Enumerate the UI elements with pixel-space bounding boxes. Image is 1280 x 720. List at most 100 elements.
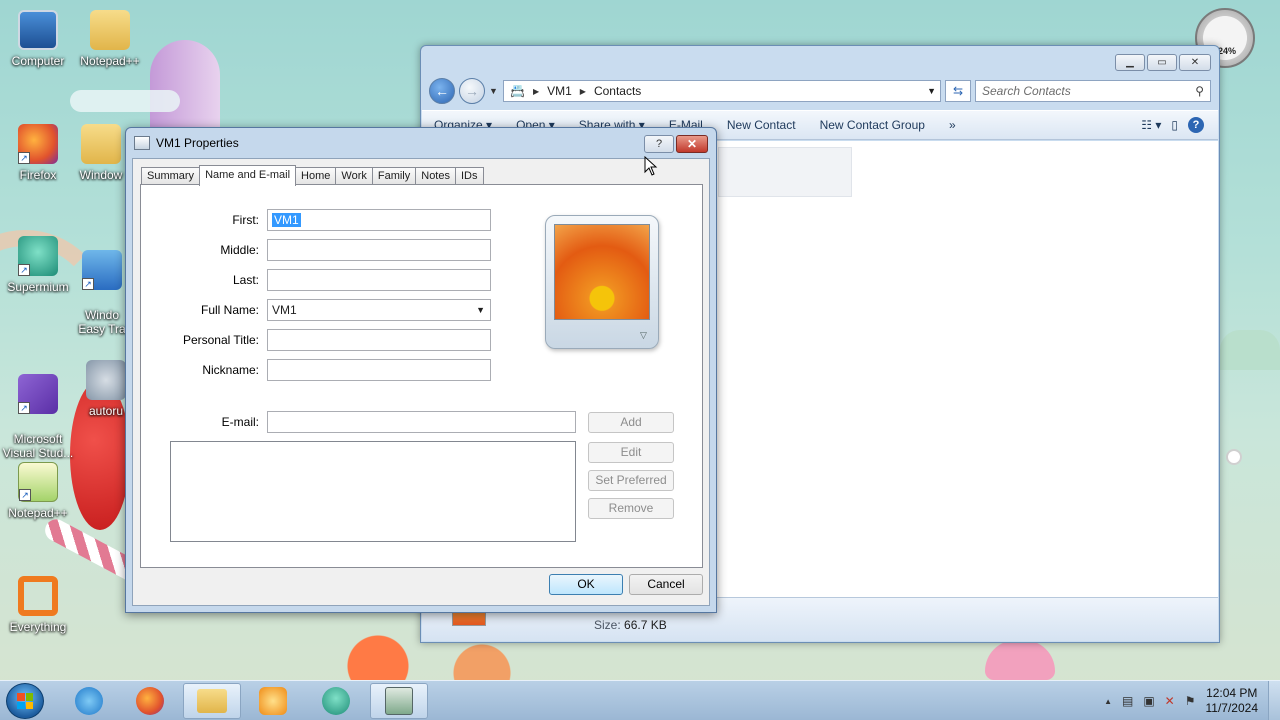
dialog-title: VM1 Properties [156,136,239,150]
desktop-icon-label: Supermium [7,280,69,294]
breadcrumb-chevron-icon[interactable]: ▶ [533,87,539,96]
start-button[interactable] [6,683,44,719]
tab-ids[interactable]: IDs [455,167,484,185]
first-label: First: [232,213,259,227]
desktop-icon-visual-studio[interactable]: ↗ Microsoft Visual Stud... [0,360,76,474]
taskbar-windows-explorer[interactable] [183,683,241,719]
clock[interactable]: 12:04 PM 11/7/2024 [1206,686,1259,716]
tab-notes[interactable]: Notes [415,167,456,185]
desktop-icon-firefox[interactable]: ↗ Firefox [0,124,76,182]
supermium-icon: ↗ [18,236,58,276]
first-name-field[interactable]: VM1 [267,209,491,231]
change-view-icon[interactable]: ☷ ▾ [1141,118,1161,132]
new-contact-group-command[interactable]: New Contact Group [808,118,937,132]
desktop-icon-label: Notepad++ [8,506,68,520]
maximize-icon: ▭ [1157,57,1167,68]
set-preferred-button[interactable]: Set Preferred [588,470,674,491]
desktop-icon-notepadpp-folder[interactable]: Notepad++ [72,10,148,68]
close-button[interactable]: ✕ [1179,54,1211,71]
edit-email-button[interactable]: Edit [588,442,674,463]
desktop-icon-everything[interactable]: Everything [0,576,76,634]
contact-photo-image [554,224,650,320]
explorer-titlebar[interactable]: ▁ ▭ ✕ [421,46,1219,76]
everything-icon [18,576,58,616]
dialog-close-button[interactable]: ✕ [676,135,708,153]
remove-email-button[interactable]: Remove [588,498,674,519]
taskbar-contacts[interactable] [370,683,428,719]
middle-name-field[interactable] [267,239,491,261]
help-icon: ? [655,138,663,150]
tab-name-and-email[interactable]: Name and E-mail [199,165,297,186]
preview-pane-icon[interactable]: ▯ [1171,118,1178,132]
network-icon[interactable]: ▣ [1143,694,1154,708]
address-dropdown-icon[interactable]: ▼ [927,86,936,96]
contact-card-icon [134,136,150,150]
shortcut-arrow-icon: ↗ [19,489,31,501]
show-desktop-button[interactable] [1268,681,1280,720]
tab-family[interactable]: Family [371,167,417,185]
volume-muted-icon[interactable]: ✕ [1165,694,1175,708]
first-name-value: VM1 [272,213,301,227]
desktop-icon-label: Everything [9,620,67,634]
selected-contact-item[interactable] [718,147,852,197]
refresh-icon: ⇆ [952,84,964,98]
add-email-button[interactable]: Add [588,412,674,433]
desktop-icon-label: Computer [11,54,65,68]
computer-icon [18,10,58,50]
tab-work[interactable]: Work [335,167,373,185]
cancel-button[interactable]: Cancel [629,574,703,595]
firefox-icon: ↗ [18,124,58,164]
minimize-button[interactable]: ▁ [1115,54,1145,71]
media-player-icon [259,687,287,715]
tab-summary[interactable]: Summary [141,167,201,185]
dialog-titlebar[interactable]: VM1 Properties [134,136,239,150]
last-name-field[interactable] [267,269,491,291]
dialog-help-button[interactable]: ? [644,135,674,153]
refresh-button[interactable]: ⇆ [945,80,971,102]
name-and-email-tabpage: First: VM1 Middle: Last: Full Name: VM1 … [140,184,703,568]
new-contact-command[interactable]: New Contact [715,118,808,132]
desktop-icon-computer[interactable]: Computer [0,10,76,68]
action-center-icon[interactable]: ▤ [1122,694,1133,708]
show-hidden-icons-button[interactable]: ▲ [1104,697,1112,706]
taskbar-media-player[interactable] [244,683,302,719]
contacts-icon [385,687,413,715]
personal-title-field[interactable] [267,329,491,351]
wallpaper-dandelion [1226,449,1242,465]
forward-button[interactable]: → [459,78,485,104]
chevron-down-icon[interactable]: ▼ [476,300,485,320]
more-commands-button[interactable]: » [937,118,968,132]
help-icon[interactable]: ? [1188,117,1204,133]
taskbar-firefox[interactable] [121,683,179,719]
email-list-box[interactable] [170,441,576,542]
flag-icon[interactable]: ⚑ [1185,694,1196,708]
ok-button[interactable]: OK [549,574,623,595]
desktop-icon-notepadpp[interactable]: ↗ Notepad++ [0,462,76,520]
folder-icon [90,10,130,50]
breadcrumb-chevron-icon[interactable]: ▶ [580,87,586,96]
back-button[interactable]: ← [429,78,455,104]
contact-picture[interactable]: ▽ [545,215,659,349]
taskbar-internet-explorer[interactable] [60,683,118,719]
search-input[interactable]: Search Contacts ⚲ [975,80,1211,102]
nickname-field[interactable] [267,359,491,381]
desktop-icon-supermium[interactable]: ↗ Supermium [0,236,76,294]
nickname-label: Nickname: [202,363,259,377]
dialog-caption-buttons: ? ✕ [644,135,708,153]
maximize-button[interactable]: ▭ [1147,54,1177,71]
chevron-down-icon[interactable]: ▽ [640,330,647,341]
search-placeholder: Search Contacts [982,84,1071,98]
address-bar[interactable]: 📇 ▶ VM1 ▶ Contacts ▼ [503,80,941,102]
recent-pages-dropdown[interactable]: ▼ [489,86,499,96]
breadcrumb-contacts[interactable]: Contacts [594,84,641,98]
taskbar-supermium[interactable] [307,683,365,719]
tab-home[interactable]: Home [295,167,337,185]
taskbar: ▲ ▤ ▣ ✕ ⚑ 12:04 PM 11/7/2024 [0,680,1280,720]
breadcrumb-vm1[interactable]: VM1 [547,84,572,98]
autorun-icon [86,360,126,400]
explorer-caption-buttons: ▁ ▭ ✕ [1115,54,1211,71]
search-icon[interactable]: ⚲ [1195,84,1204,98]
email-field[interactable] [267,411,576,433]
contact-properties-dialog[interactable]: VM1 Properties ? ✕ Summary Name and E-ma… [125,127,717,613]
full-name-combo[interactable]: VM1 ▼ [267,299,491,321]
